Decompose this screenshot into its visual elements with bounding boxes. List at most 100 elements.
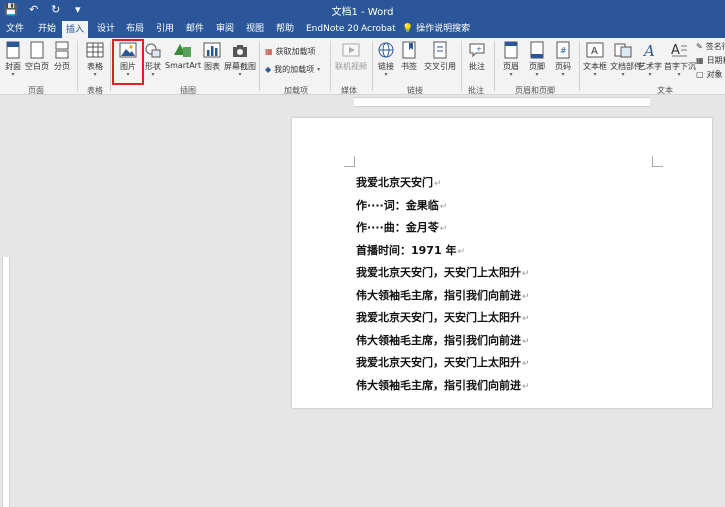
new-comment-button[interactable]: + 批注 [465, 41, 489, 72]
my-addins-button[interactable]: ◆ 我的加载项 ▾ [265, 64, 320, 75]
ribbon-tabs: 文件 开始 插入 设计 布局 引用 邮件 审阅 视图 帮助 EndNote 20… [0, 20, 725, 38]
get-addins-label: 获取加载项 [275, 47, 316, 56]
tab-review[interactable]: 审阅 [212, 20, 238, 38]
date-time-button[interactable]: ▦ 日期和时间 [696, 55, 725, 66]
store-icon: ▦ [265, 47, 273, 56]
table-icon [86, 42, 104, 58]
svg-text:A: A [591, 46, 598, 57]
addins-icon: ◆ [265, 65, 272, 74]
bookmark-button[interactable]: 书签 [398, 41, 420, 72]
tab-insert[interactable]: 插入 [62, 21, 89, 38]
cover-page-icon [6, 41, 20, 59]
cover-page-button[interactable]: 封面 ▾ [2, 41, 24, 78]
date-time-label: 日期和时间 [706, 56, 725, 65]
online-video-label: 联机视频 [335, 62, 367, 71]
tab-endnote[interactable]: EndNote 20 [302, 20, 363, 38]
footer-button[interactable]: 页脚 ▾ [525, 41, 549, 78]
object-icon: ▢ [696, 70, 704, 79]
doc-line-7[interactable]: 我爱北京天安门，天安门上太阳升↵ [356, 309, 530, 332]
get-addins-button[interactable]: ▦ 获取加载项 [265, 46, 316, 57]
screenshot-button[interactable]: 屏幕截图 ▾ [224, 41, 256, 78]
wordart-icon: A [642, 42, 655, 59]
doc-line-2[interactable]: 作····词：金果临↵ [356, 197, 530, 220]
tab-file[interactable]: 文件 [2, 20, 28, 38]
signature-icon: ✎ [696, 42, 703, 51]
link-button[interactable]: 链接 ▾ [375, 41, 397, 78]
doc-line-4[interactable]: 首播时间：1971 年↵ [356, 242, 530, 265]
cross-reference-label: 交叉引用 [424, 62, 456, 71]
signature-label: 签名行 [705, 42, 725, 51]
blank-page-button[interactable]: 空白页 [25, 41, 49, 72]
doc-line-5[interactable]: 我爱北京天安门，天安门上太阳升↵ [356, 264, 530, 287]
margin-corner-top-left [344, 156, 355, 167]
comment-icon: + [469, 43, 485, 58]
doc-line-9[interactable]: 我爱北京天安门，天安门上太阳升↵ [356, 354, 530, 377]
textbox-button[interactable]: A 文本框 ▾ [582, 41, 608, 78]
comment-label: 批注 [469, 62, 485, 71]
lightbulb-icon: 💡 [402, 24, 414, 34]
online-video-button[interactable]: 联机视频 [333, 41, 369, 72]
tab-mailings[interactable]: 邮件 [182, 20, 208, 38]
doc-line-10[interactable]: 伟大领袖毛主席，指引我们向前进↵ [356, 377, 530, 400]
margin-corner-top-right [652, 156, 663, 167]
page-break-button[interactable]: 分页 [51, 41, 73, 72]
document-body[interactable]: 我爱北京天安门↵ 作····词：金果临↵ 作····曲：金月苓↵ 首播时间：19… [356, 174, 530, 399]
svg-text:#: # [560, 46, 567, 55]
shapes-icon [145, 43, 161, 58]
bookmark-icon [402, 41, 416, 59]
object-label: 对象 [706, 70, 723, 79]
tab-view[interactable]: 视图 [242, 20, 268, 38]
horizontal-ruler-margin [354, 97, 650, 107]
header-button[interactable]: 页眉 ▾ [499, 41, 523, 78]
doc-line-6[interactable]: 伟大领袖毛主席，指引我们向前进↵ [356, 287, 530, 310]
tab-home[interactable]: 开始 [34, 20, 60, 38]
ribbon-insert: 封面 ▾ 空白页 分页 页面 表格 ▾ 表格 图片 ▾ 形状 ▾ SmartAr… [0, 38, 725, 95]
window-title: 文档1 - Word [331, 7, 394, 18]
doc-line-1[interactable]: 我爱北京天安门↵ [356, 174, 530, 197]
smartart-label: SmartArt [165, 61, 202, 70]
camera-icon [233, 45, 247, 57]
smartart-icon [174, 44, 191, 57]
drop-cap-button[interactable]: A 首字下沉 ▾ [664, 41, 696, 78]
textbox-icon: A [586, 42, 604, 58]
page-break-icon [55, 41, 69, 59]
tab-acrobat[interactable]: Acrobat [357, 20, 400, 38]
globe-link-icon [378, 42, 394, 58]
tell-me-label: 操作说明搜索 [416, 24, 471, 34]
calendar-icon: ▦ [696, 56, 704, 65]
quick-parts-button[interactable]: 文档部件 ▾ [610, 41, 642, 78]
table-button[interactable]: 表格 ▾ [83, 41, 107, 78]
bookmark-label: 书签 [401, 62, 417, 71]
tab-layout[interactable]: 布局 [122, 20, 148, 38]
tab-help[interactable]: 帮助 [272, 20, 298, 38]
quick-parts-icon [614, 43, 632, 58]
tab-design[interactable]: 设计 [93, 20, 119, 38]
tell-me-search[interactable]: 💡 操作说明搜索 [402, 20, 470, 38]
doc-line-3[interactable]: 作····曲：金月苓↵ [356, 219, 530, 242]
doc-line-8[interactable]: 伟大领袖毛主席，指引我们向前进↵ [356, 332, 530, 355]
pictures-highlight [112, 39, 144, 85]
blank-page-label: 空白页 [25, 62, 49, 71]
signature-line-button[interactable]: ✎ 签名行 [696, 41, 725, 52]
wordart-button[interactable]: A 艺术字 ▾ [637, 41, 663, 78]
title-bar: 💾 ↶ ↻ ▾ 文档1 - Word [0, 0, 725, 20]
video-icon [342, 43, 360, 57]
blank-page-icon [30, 41, 44, 59]
page-number-button[interactable]: # 页码 ▾ [551, 41, 575, 78]
cross-reference-button[interactable]: 交叉引用 [422, 41, 458, 72]
chart-button[interactable]: 图表 [201, 41, 223, 72]
cross-reference-icon [433, 41, 447, 59]
vertical-ruler [0, 107, 10, 507]
shapes-button[interactable]: 形状 ▾ [143, 41, 163, 78]
tab-references[interactable]: 引用 [152, 20, 178, 38]
header-icon [504, 41, 518, 59]
chart-icon [203, 42, 221, 58]
my-addins-label: 我的加载项 [274, 65, 315, 74]
drop-cap-icon: A [671, 43, 687, 58]
document-page[interactable]: 我爱北京天安门↵ 作····词：金果临↵ 作····曲：金月苓↵ 首播时间：19… [292, 118, 712, 408]
object-button[interactable]: ▢ 对象 [696, 69, 723, 80]
svg-text:A: A [642, 42, 655, 59]
smartart-button[interactable]: SmartArt [165, 41, 202, 70]
footer-icon [530, 41, 544, 59]
page-number-icon: # [556, 41, 570, 59]
